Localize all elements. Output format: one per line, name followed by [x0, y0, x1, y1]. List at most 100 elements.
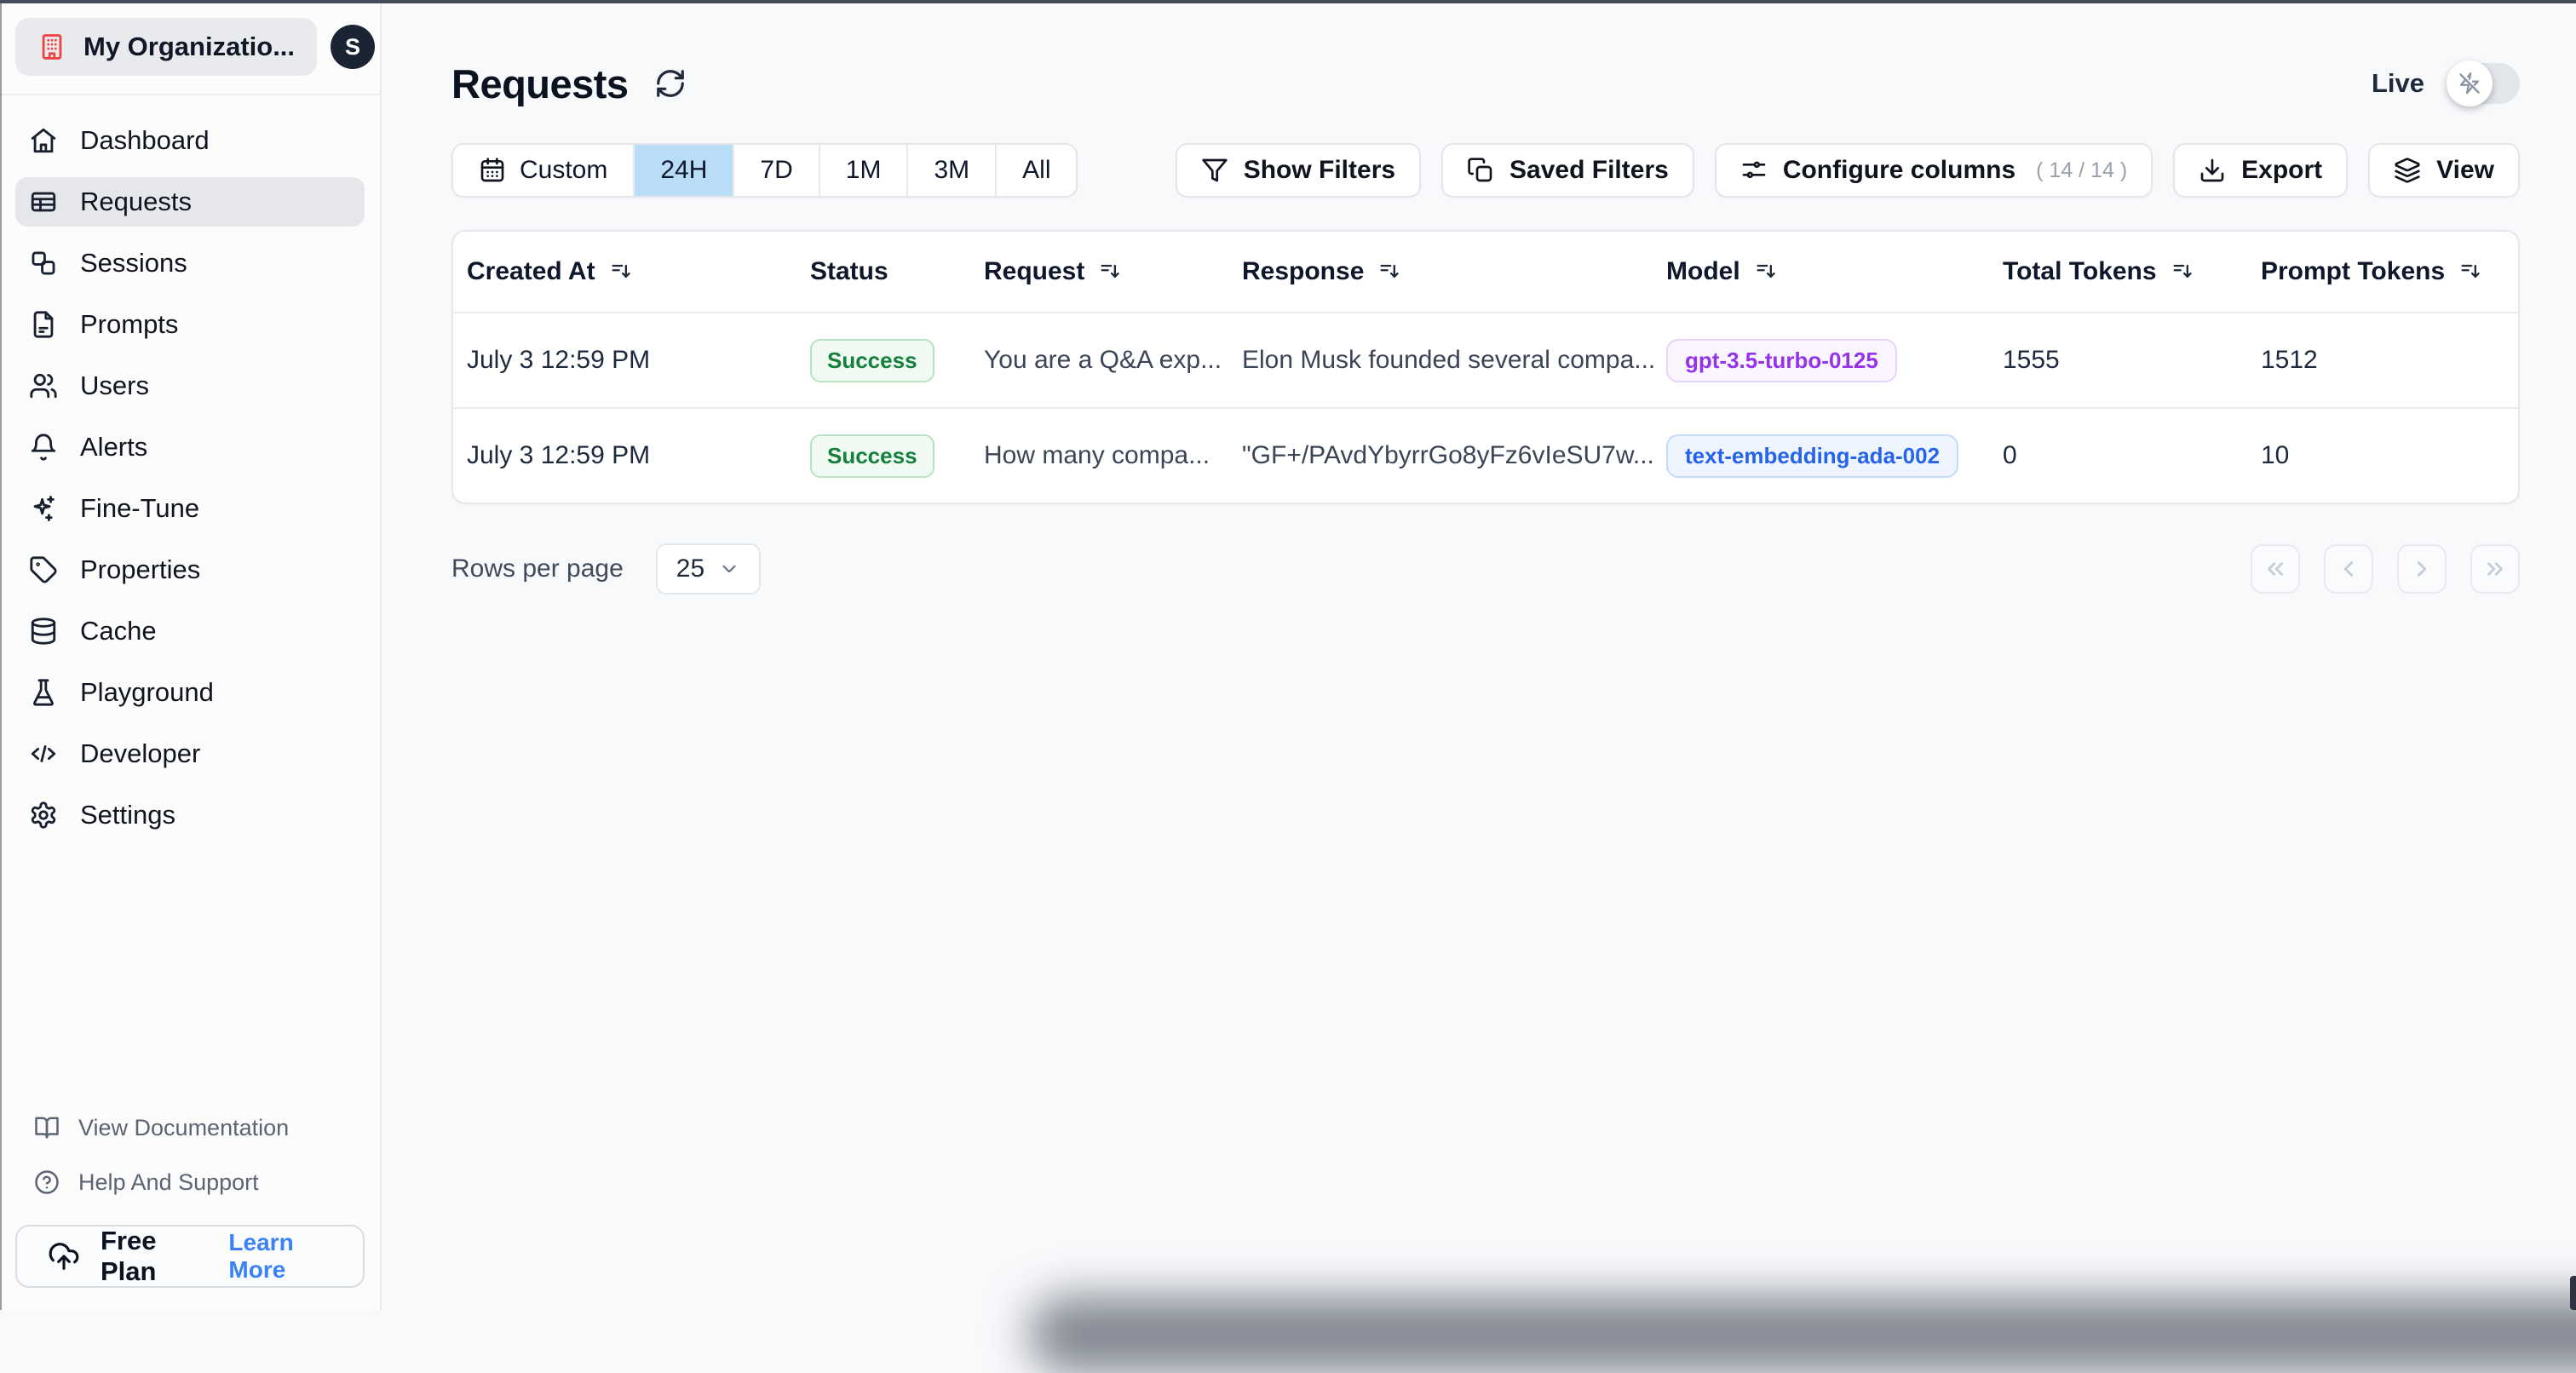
sidebar-item-developer[interactable]: Developer — [15, 729, 365, 778]
table-row[interactable]: July 3 12:59 PM Success You are a Q&A ex… — [453, 312, 2518, 407]
sidebar-item-playground[interactable]: Playground — [15, 668, 365, 717]
sidebar-item-label: Users — [80, 371, 149, 400]
sidebar-item-label: Alerts — [80, 432, 148, 462]
time-range-24h[interactable]: 24H — [635, 145, 735, 196]
sidebar-item-dashboard[interactable]: Dashboard — [15, 116, 365, 165]
column-header-model[interactable]: Model — [1666, 257, 2003, 286]
sort-icon — [1754, 260, 1778, 284]
pager-buttons — [2251, 544, 2520, 594]
cell-model: gpt-3.5-turbo-0125 — [1666, 338, 2003, 382]
sidebar-item-requests[interactable]: Requests — [15, 177, 365, 227]
next-page-button[interactable] — [2397, 544, 2447, 594]
time-range-tabs: Custom 24H 7D 1M 3M All — [451, 143, 1078, 198]
funnel-icon — [1201, 157, 1228, 184]
sidebar: My Organizatio... S Dashboard Requests S… — [0, 0, 382, 1310]
time-range-label: All — [1022, 156, 1051, 184]
sidebar-item-alerts[interactable]: Alerts — [15, 422, 365, 472]
page-header: Requests Live — [451, 56, 2520, 111]
sidebar-item-label: Fine-Tune — [80, 493, 200, 523]
learn-more-link[interactable]: Learn More — [228, 1229, 332, 1284]
document-icon — [29, 310, 58, 339]
time-range-label: 24H — [660, 156, 708, 184]
time-range-label: Custom — [520, 156, 608, 184]
export-button[interactable]: Export — [2173, 143, 2349, 198]
sidebar-item-prompts[interactable]: Prompts — [15, 300, 365, 349]
sidebar-item-sessions[interactable]: Sessions — [15, 238, 365, 288]
previous-page-button[interactable] — [2324, 544, 2373, 594]
configure-columns-button[interactable]: Configure columns ( 14 / 14 ) — [1714, 143, 2153, 198]
cell-response: Elon Musk founded several compa... — [1242, 346, 1656, 374]
column-header-prompt-tokens[interactable]: Prompt Tokens — [2261, 257, 2518, 286]
sidebar-item-label: Prompts — [80, 309, 179, 339]
calendar-icon — [479, 157, 506, 184]
last-page-button[interactable] — [2470, 544, 2520, 594]
sidebar-item-label: Cache — [80, 616, 157, 646]
avatar[interactable]: S — [331, 25, 376, 69]
view-documentation-label: View Documentation — [78, 1114, 290, 1140]
cloud-upload-icon — [48, 1240, 80, 1272]
rows-per-page-value: 25 — [676, 554, 705, 583]
refresh-icon[interactable] — [654, 67, 687, 100]
time-range-1m[interactable]: 1M — [819, 145, 909, 196]
time-range-label: 3M — [934, 156, 970, 184]
table-row[interactable]: July 3 12:59 PM Success How many compa..… — [453, 407, 2518, 503]
rows-per-page-label: Rows per page — [451, 554, 624, 583]
sidebar-item-properties[interactable]: Properties — [15, 545, 365, 595]
sidebar-item-fine-tune[interactable]: Fine-Tune — [15, 484, 365, 533]
bell-icon — [29, 433, 58, 462]
cell-prompt-tokens: 10 — [2261, 441, 2290, 469]
plan-banner[interactable]: Free Plan Learn More — [15, 1225, 365, 1288]
column-header-created-at[interactable]: Created At — [453, 257, 810, 286]
export-label: Export — [2241, 156, 2323, 184]
building-icon — [37, 32, 66, 61]
window-left-edge — [0, 0, 2, 1310]
sidebar-item-label: Developer — [80, 738, 201, 768]
view-documentation-link[interactable]: View Documentation — [15, 1104, 365, 1152]
time-range-7d[interactable]: 7D — [734, 145, 820, 196]
sessions-icon — [29, 249, 58, 278]
configure-columns-label: Configure columns — [1782, 156, 2016, 184]
sidebar-item-cache[interactable]: Cache — [15, 606, 365, 656]
live-toggle[interactable] — [2447, 60, 2520, 106]
live-label: Live — [2371, 68, 2424, 98]
model-badge: gpt-3.5-turbo-0125 — [1666, 338, 1897, 382]
first-page-button[interactable] — [2251, 544, 2300, 594]
view-button[interactable]: View — [2368, 143, 2520, 198]
time-range-label: 7D — [760, 156, 793, 184]
bottom-shadow — [1029, 1296, 2576, 1373]
column-label: Prompt Tokens — [2261, 257, 2446, 285]
zap-off-icon — [2458, 72, 2481, 95]
time-range-all[interactable]: All — [997, 145, 1077, 196]
sparkles-icon — [29, 494, 58, 523]
column-header-total-tokens[interactable]: Total Tokens — [2003, 257, 2261, 286]
time-range-3m[interactable]: 3M — [908, 145, 998, 196]
toolbar: Custom 24H 7D 1M 3M All Show Filters Sav… — [451, 143, 2520, 198]
live-toggle-knob — [2447, 60, 2493, 106]
table-icon — [29, 187, 58, 216]
org-header: My Organizatio... S — [0, 0, 380, 95]
sidebar-item-users[interactable]: Users — [15, 361, 365, 411]
column-header-response[interactable]: Response — [1242, 257, 1666, 286]
database-icon — [29, 617, 58, 646]
flask-icon — [29, 678, 58, 707]
page-title: Requests — [451, 60, 629, 106]
sort-icon — [2171, 260, 2194, 284]
cell-request: You are a Q&A exp... — [984, 346, 1222, 374]
cell-status: Success — [810, 338, 984, 382]
help-and-support-link[interactable]: Help And Support — [15, 1158, 365, 1206]
saved-filters-button[interactable]: Saved Filters — [1441, 143, 1694, 198]
org-switcher[interactable]: My Organizatio... — [15, 18, 318, 76]
sidebar-item-label: Dashboard — [80, 125, 210, 155]
time-range-custom[interactable]: Custom — [453, 145, 635, 196]
help-circle-icon — [34, 1169, 60, 1195]
column-header-request[interactable]: Request — [984, 257, 1242, 286]
copy-icon — [1467, 157, 1494, 184]
code-icon — [29, 739, 58, 768]
sidebar-item-settings[interactable]: Settings — [15, 790, 365, 840]
show-filters-button[interactable]: Show Filters — [1175, 143, 1422, 198]
rows-per-page-select[interactable]: 25 — [655, 543, 762, 595]
cell-created-at: July 3 12:59 PM — [467, 346, 651, 374]
column-label: Request — [984, 257, 1085, 285]
toolbar-actions: Show Filters Saved Filters Configure col… — [1175, 143, 2520, 198]
window-top-edge — [0, 0, 2576, 3]
